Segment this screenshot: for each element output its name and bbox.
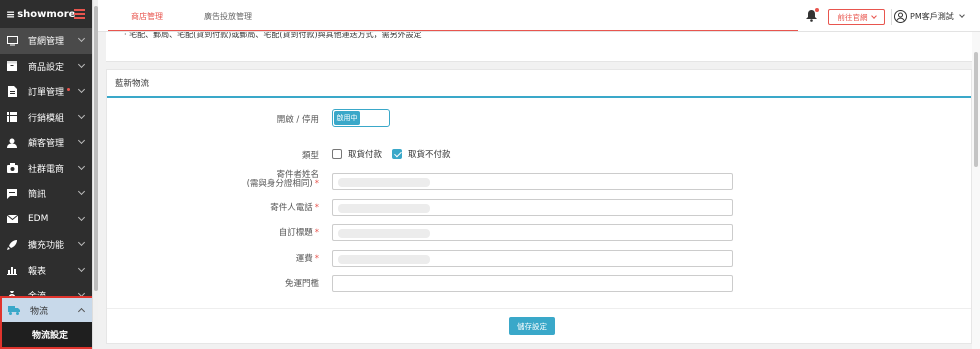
- submenu-item-logistics-settings[interactable]: 物流設定: [2, 322, 92, 347]
- sidebar-item-website[interactable]: 官網管理: [0, 28, 92, 54]
- enable-toggle[interactable]: 啟用中: [332, 109, 390, 127]
- sidebar-item-marketing[interactable]: 行銷模組: [0, 105, 92, 131]
- tab-ad-management[interactable]: 廣告投放管理: [204, 0, 252, 32]
- required-mark: *: [314, 179, 319, 189]
- chevron-down-icon: [77, 85, 86, 94]
- redacted-value: [338, 255, 430, 264]
- type-label: 類型: [301, 151, 319, 161]
- redacted-value: [338, 204, 430, 213]
- truck-icon: [8, 304, 20, 316]
- sidebar-item-extensions[interactable]: 擴充功能: [0, 232, 92, 258]
- no-cod-checkbox[interactable]: [392, 149, 403, 159]
- go-to-website-label: 前往官網: [837, 12, 868, 22]
- chevron-down-icon: [870, 12, 877, 19]
- custom-title-input[interactable]: [332, 224, 733, 241]
- sidebar-item-reports[interactable]: 報表: [0, 258, 92, 284]
- sidebar-item-products[interactable]: 商品設定: [0, 54, 92, 80]
- sidebar-item-label: 顧客管理: [28, 139, 65, 150]
- sender-phone-input[interactable]: [332, 199, 733, 216]
- user-name: PM客戶測試: [910, 12, 954, 21]
- sidebar-item-edm[interactable]: EDM: [0, 207, 92, 233]
- notification-dot: [67, 88, 71, 92]
- hamburger-menu-icon[interactable]: [74, 9, 85, 21]
- free-shipping-input[interactable]: [332, 275, 733, 292]
- chevron-down-icon: [77, 264, 86, 272]
- top-bar: 商店管理 廣告投放管理 前往官網 PM客戶測試: [98, 0, 980, 32]
- notice-card: ‧ 宅配、郵局、宅配(貨到付款)或郵局、宅配(貨到付款)與其他運送方式，需另外設…: [106, 32, 972, 62]
- sidebar-item-customers[interactable]: 顧客管理: [0, 130, 92, 156]
- chevron-down-icon: [77, 60, 86, 68]
- redacted-value: [338, 229, 430, 238]
- cod-checkbox[interactable]: [332, 149, 342, 159]
- sender-name-label: 寄件者姓名 (需與身分證相同) *: [107, 171, 319, 189]
- divider: [107, 308, 971, 309]
- chevron-down-icon: [77, 111, 86, 119]
- shipping-fee-input[interactable]: [332, 250, 733, 267]
- notice-text: ‧ 宅配、郵局、宅配(貨到付款)或郵局、宅配(貨到付款)與其他運送方式，需另外設…: [124, 32, 422, 39]
- sidebar-item-label: EDM: [28, 214, 49, 225]
- sidebar-item-social[interactable]: 社群電商: [0, 156, 92, 182]
- shipping-fee-label: 運費 *: [295, 254, 319, 264]
- user-avatar-icon: [894, 10, 907, 23]
- showmore-logo-icon: ≡: [6, 7, 16, 21]
- redacted-value: [338, 178, 430, 187]
- notification-dot: [815, 8, 819, 12]
- tab-store-management[interactable]: 商店管理: [131, 0, 163, 32]
- chat-icon: [6, 188, 18, 200]
- chevron-down-icon: [77, 187, 86, 196]
- rocket-icon: [6, 239, 18, 251]
- custom-title-label: 自訂標題 *: [278, 228, 319, 238]
- cod-label: 取貨付款: [348, 150, 383, 160]
- save-button[interactable]: 儲存設定: [509, 317, 555, 335]
- camera-icon: [6, 162, 18, 174]
- chevron-up-icon: [77, 307, 86, 316]
- logistics-menu-group: 物流 物流設定: [0, 296, 94, 349]
- sidebar-item-orders[interactable]: 訂單管理: [0, 79, 92, 105]
- go-to-website-button[interactable]: 前往官網: [828, 9, 885, 25]
- sidebar-item-label: 擴充功能: [28, 241, 65, 252]
- enable-label: 開啟 / 停用: [276, 115, 319, 125]
- brand-name: showmore: [17, 8, 76, 20]
- main-scrollbar[interactable]: [972, 32, 980, 349]
- grid-icon: [6, 111, 18, 123]
- sidebar-item-label: 報表: [28, 266, 47, 277]
- chevron-down-icon: [77, 213, 86, 221]
- box-icon: [6, 60, 18, 72]
- logistics-settings-card: 藍新物流 開啟 / 停用 啟用中 類型 取貨付款 取貨不付款 寄件者姓名 (需與…: [106, 69, 972, 344]
- sidebar-item-label: 物流: [30, 306, 49, 317]
- bell-icon[interactable]: [806, 8, 819, 22]
- toggle-on-label: 啟用中: [334, 111, 360, 125]
- sidebar-item-label: 商品設定: [28, 62, 65, 73]
- free-shipping-label: 免運門檻: [284, 279, 319, 289]
- sidebar-item-sms[interactable]: 簡訊: [0, 181, 92, 207]
- monitor-icon: [6, 35, 18, 47]
- no-cod-label: 取貨不付款: [408, 150, 451, 160]
- bar-chart-icon: [6, 264, 18, 276]
- sidebar-item-label: 簡訊: [28, 190, 47, 201]
- sidebar-item-label: 行銷模組: [28, 113, 65, 124]
- chevron-down-icon: [77, 34, 86, 43]
- sidebar-item-label: 官網管理: [28, 37, 65, 48]
- type-options: 取貨付款 取貨不付款: [332, 148, 451, 160]
- chevron-down-icon: [77, 136, 86, 145]
- sidebar-item-label: 訂單管理: [28, 88, 65, 99]
- chevron-down-icon: [958, 12, 965, 18]
- sender-phone-label: 寄件人電話 *: [270, 203, 319, 213]
- sidebar-item-label: 社群電商: [28, 164, 65, 175]
- active-tab-indicator: [108, 30, 798, 31]
- chevron-down-icon: [77, 238, 86, 247]
- section-title: 藍新物流: [107, 70, 971, 98]
- document-icon: [6, 86, 18, 98]
- mail-icon: [6, 213, 18, 225]
- person-icon: [6, 137, 18, 149]
- sender-name-label-line2: (需與身分證相同): [246, 179, 313, 189]
- user-menu[interactable]: PM客戶測試: [894, 10, 965, 23]
- sidebar-scrollbar[interactable]: [92, 0, 98, 349]
- divider: [891, 9, 892, 25]
- sender-name-input[interactable]: [332, 173, 733, 190]
- sidebar-item-logistics[interactable]: 物流: [2, 298, 92, 322]
- chevron-down-icon: [77, 162, 86, 170]
